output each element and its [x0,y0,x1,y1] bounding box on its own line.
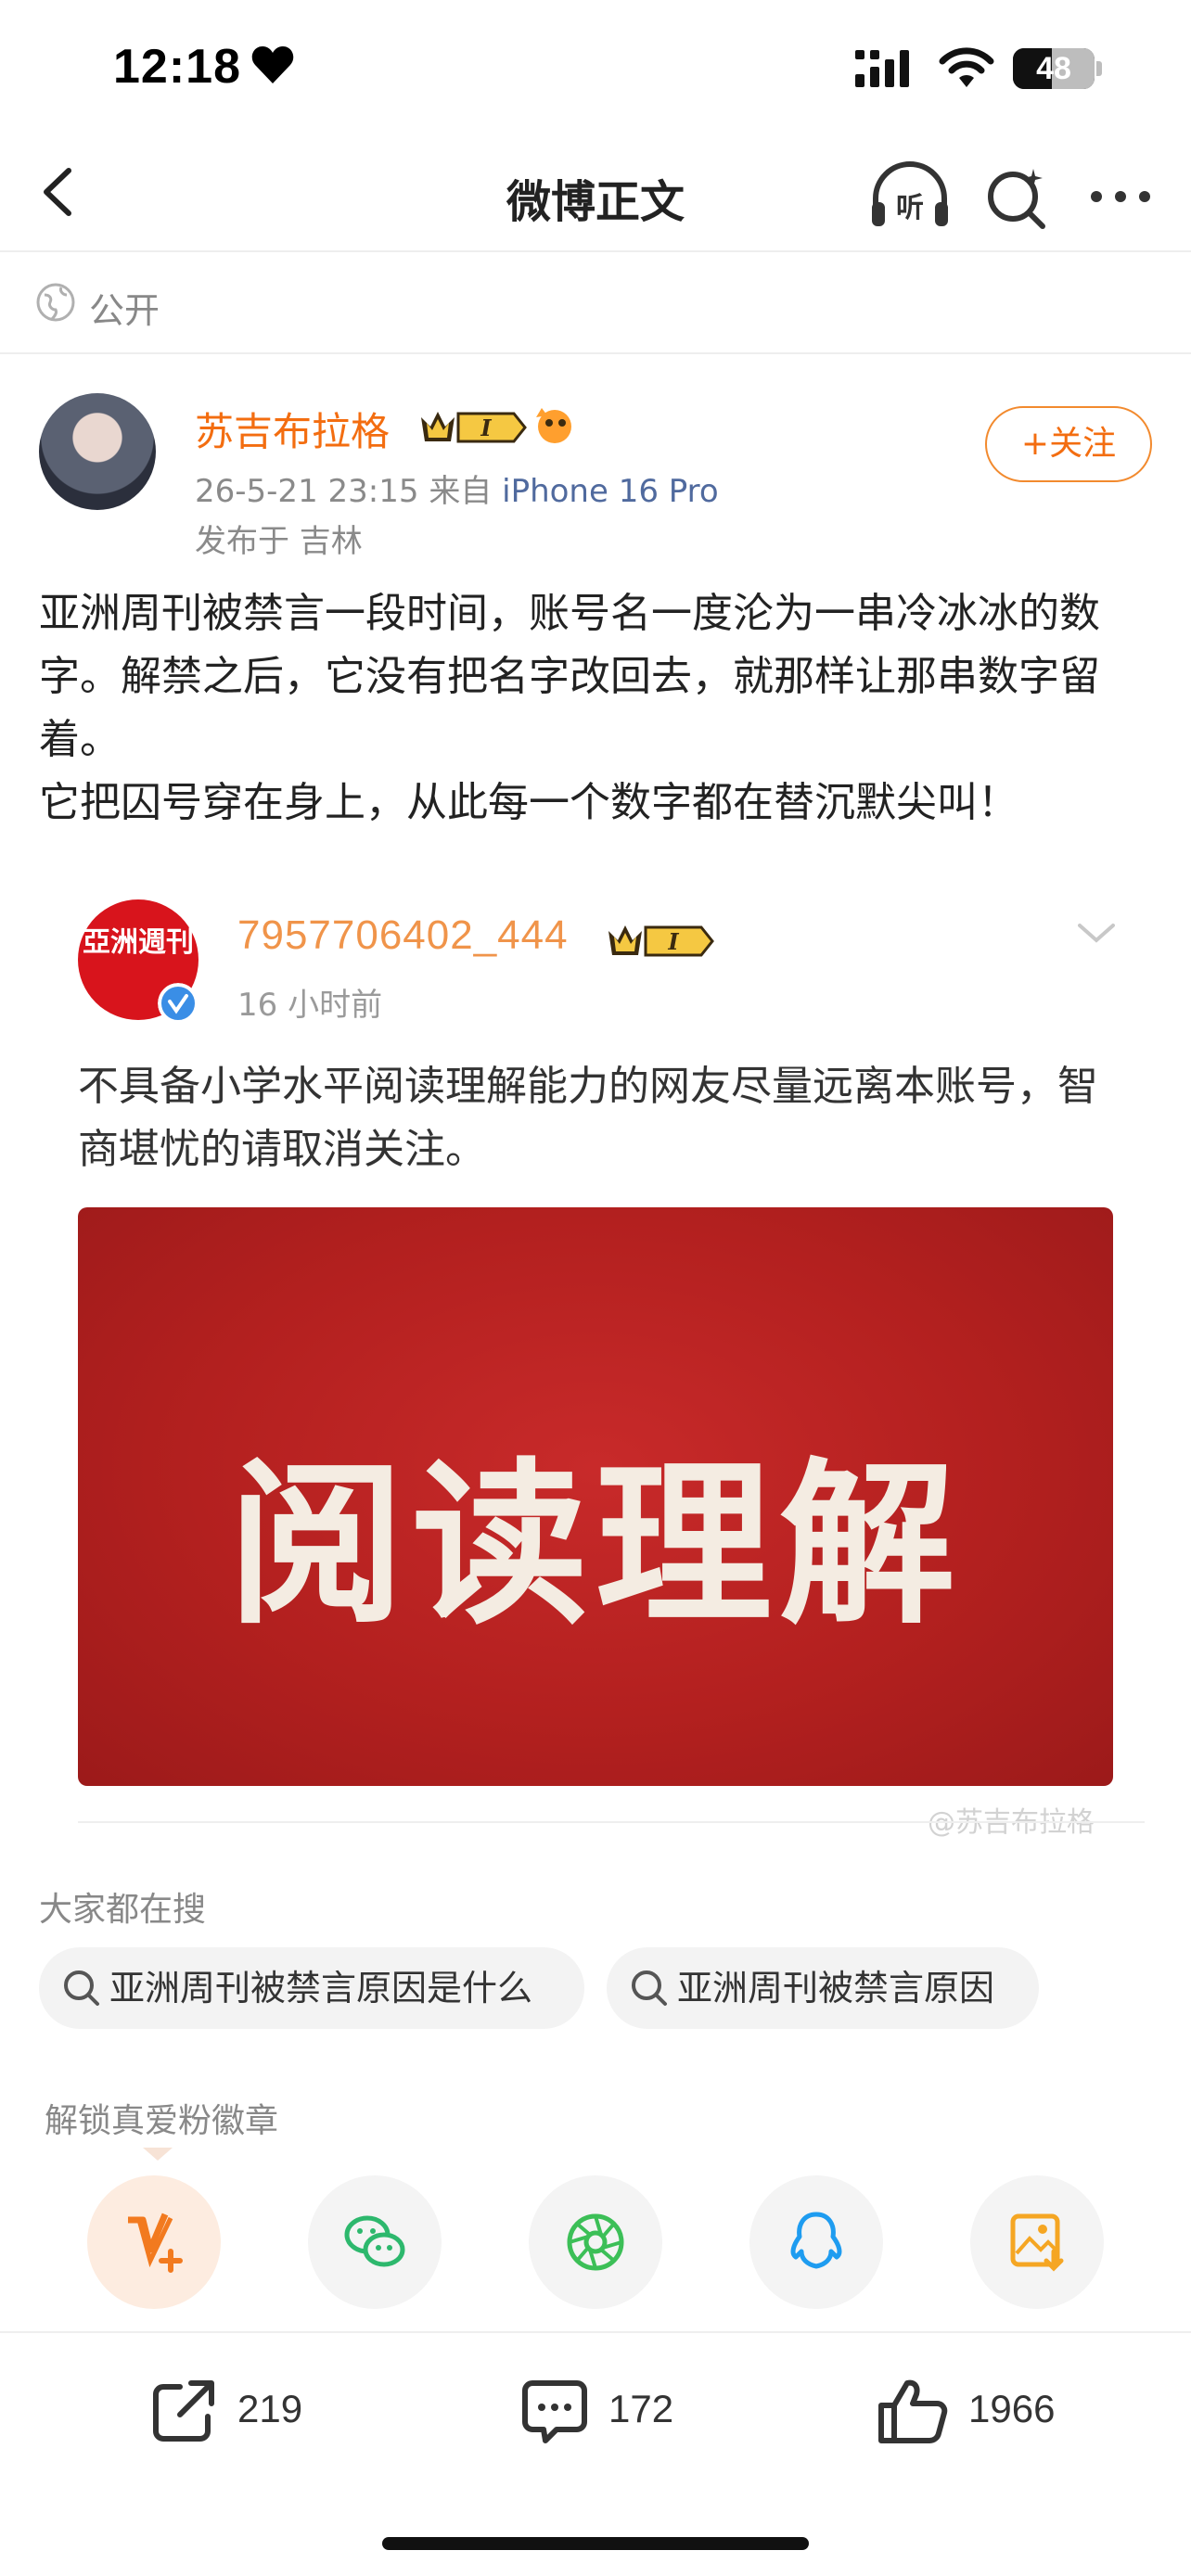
thumbs-up-icon [878,2379,948,2443]
verified-badge-icon [158,983,198,1024]
status-time: 12:18 [113,40,241,94]
share-wechat-button[interactable] [308,2175,442,2309]
like-button[interactable]: 1966 [876,2376,1098,2443]
share-qq-button[interactable] [749,2175,883,2309]
moments-icon [567,2213,624,2271]
heart-icon [251,46,294,83]
signal-icon [855,50,909,87]
search-icon [632,1970,667,2006]
repost-image-text: 阅读理解 [227,1441,963,1648]
fan-badge-pointer [143,2148,173,2161]
listen-headphones-icon[interactable]: 听 [868,159,952,234]
follow-button[interactable]: +关注 [985,406,1152,482]
search-icon[interactable] [981,159,1056,234]
home-indicator[interactable] [382,2537,809,2550]
repost-time: 16 小时前 [237,987,383,1024]
search-suggestion-label: 亚洲周刊被禁言原因 [677,1968,995,2009]
share-vplus-button[interactable] [87,2175,221,2309]
repost-share-icon [153,2380,214,2442]
hot-search-title: 大家都在搜 [39,1891,207,1929]
author-name[interactable]: 苏吉布拉格 [195,401,390,457]
chevron-down-icon[interactable] [1076,918,1117,946]
member-level-badge-icon: I [421,408,571,443]
visibility-label: 公开 [89,290,160,331]
search-suggestion-chip[interactable]: 亚洲周刊被禁言原因 [607,1947,1039,2029]
visibility-row: 公开 [0,252,1191,354]
qq-icon [790,2212,842,2269]
fan-badge-title: 解锁真爱粉徽章 [45,2102,279,2140]
nav-bar: 微博正文 听 [0,139,1191,252]
wifi-icon [939,47,994,87]
repost-level-badge-icon: I [608,925,714,957]
listen-label: 听 [896,192,924,224]
repost-author-name[interactable]: 7957706402_444 [237,912,569,959]
repost-image[interactable]: 阅读理解 [78,1207,1113,1786]
author-level-text: I [480,414,492,441]
comment-icon [522,2380,587,2443]
battery-level-text: 48 [1036,51,1071,86]
v-plus-icon [128,2213,183,2273]
search-icon [64,1970,99,2006]
author-avatar[interactable] [39,393,156,510]
post-location: 发布于 吉林 [195,523,363,560]
post-timestamp: 26-5-21 23:15 [195,473,419,510]
post-meta: 26-5-21 23:15 来自 iPhone 16 Pro [195,465,719,511]
post-text: 亚洲周刊被禁言一段时间，账号名一度沦为一串冷冰冰的数字。解禁之后，它没有把名字改… [39,590,1100,826]
battery-indicator: 48 [1013,48,1095,89]
share-moments-button[interactable] [529,2175,662,2309]
search-suggestion-chip[interactable]: 亚洲周刊被禁言原因是什么 [39,1947,584,2029]
share-save-image-button[interactable] [970,2175,1104,2309]
repost-count: 219 [237,2387,303,2430]
like-count: 1966 [968,2387,1056,2430]
image-watermark: @苏吉布拉格 [928,1806,1095,1839]
battery-nub [1096,61,1102,76]
bottom-action-bar: 219 172 1966 [0,2331,1191,2487]
save-image-icon [1010,2213,1064,2272]
post-via: 来自 [429,473,493,510]
comment-count: 172 [608,2387,674,2430]
comment-button[interactable]: 172 [519,2376,705,2443]
status-bar: 12:18 48 [0,0,1191,139]
repost-level-text: I [667,928,679,955]
globe-icon [36,283,75,322]
divider [78,1821,1145,1823]
search-suggestion-label: 亚洲周刊被禁言原因是什么 [109,1968,533,2009]
repost-button[interactable]: 219 [148,2376,334,2442]
more-options-icon[interactable] [1085,159,1159,234]
post-device-link[interactable]: iPhone 16 Pro [502,473,719,510]
wechat-icon [344,2215,405,2267]
repost-text: 不具备小学水平阅读理解能力的网友尽量远离本账号，智商堪忧的请取消关注。 [78,1063,1098,1173]
